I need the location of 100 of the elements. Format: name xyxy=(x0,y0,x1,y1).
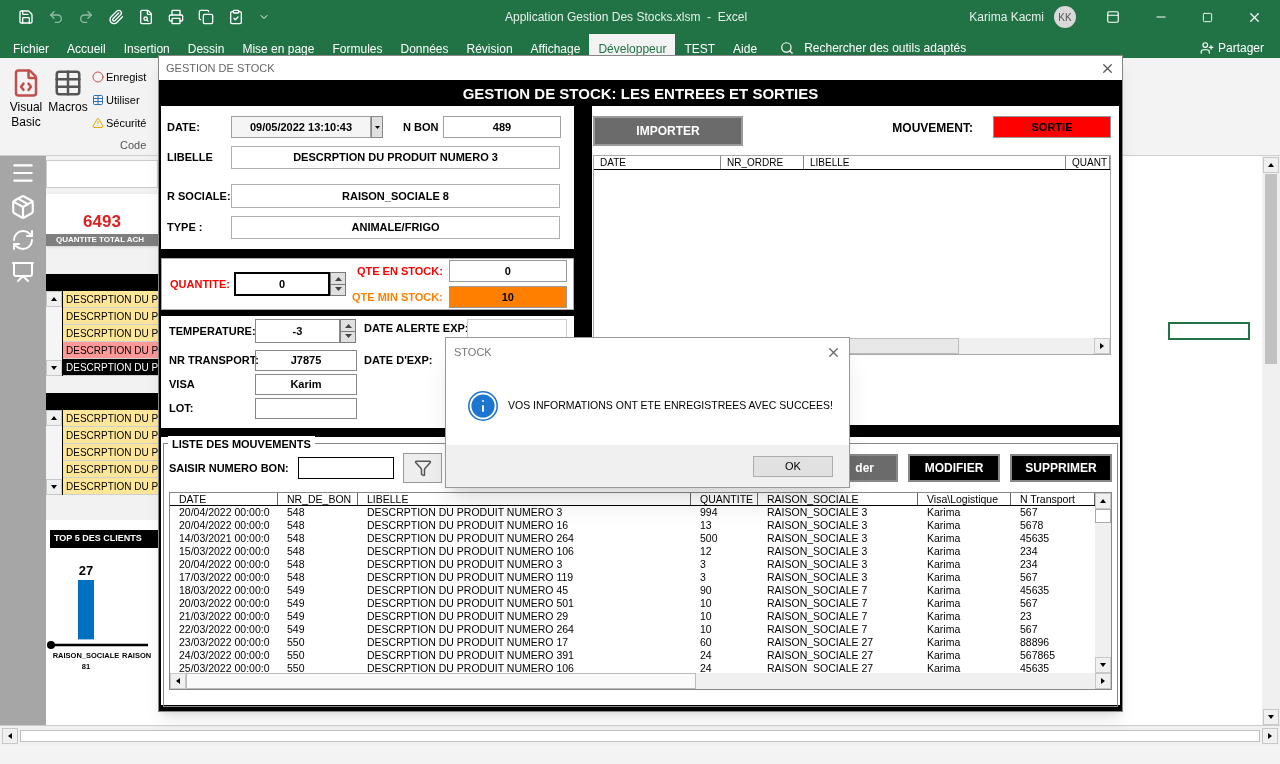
list-row[interactable]: DESCRPTION DU P xyxy=(63,342,158,359)
ribbon-tab[interactable]: Formules xyxy=(323,34,392,56)
table-cell-text: 23/03/2022 00:00:0 xyxy=(178,636,271,649)
text-field[interactable]: RAISON_SOCIALE 8 xyxy=(231,184,560,208)
ribbon-tab[interactable]: Révision xyxy=(457,34,522,56)
scroll-down-button[interactable] xyxy=(1095,657,1111,673)
preview-icon[interactable] xyxy=(138,9,154,25)
ok-button[interactable]: OK xyxy=(753,455,833,477)
ribbon-tab[interactable]: Mise en page xyxy=(233,34,324,56)
text-field[interactable]: DESCRPTION DU PRODUIT NUMERO 3 xyxy=(231,146,560,169)
import-button[interactable]: IMPORTER xyxy=(593,116,743,146)
field-label: N BON xyxy=(403,119,440,135)
ribbon-tab[interactable]: Données xyxy=(391,34,458,56)
list-row[interactable]: DESCRPTION DU P xyxy=(63,427,158,444)
list-row[interactable]: DESCRPTION DU P xyxy=(63,444,158,461)
ribbon-command[interactable]: Enregist xyxy=(92,68,147,86)
table-cell-text: 3 xyxy=(699,558,707,571)
save-icon[interactable] xyxy=(18,9,34,25)
ribbon-command[interactable]: Sécurité xyxy=(92,114,147,132)
arrow-icon xyxy=(50,483,58,491)
vertical-scrollbar[interactable] xyxy=(1262,156,1280,725)
text-field[interactable]: 10 xyxy=(448,286,567,308)
text-field[interactable]: 09/05/2022 13:10:43 xyxy=(231,116,371,138)
list-row[interactable]: DESCRPTION DU P xyxy=(63,325,158,342)
search-field[interactable]: Rechercher des outils adaptés xyxy=(780,34,967,57)
horizontal-scrollbar[interactable] xyxy=(0,725,1280,745)
ribbon-tab[interactable]: Développeur xyxy=(589,34,676,56)
action-button[interactable]: MODIFIER xyxy=(908,454,1000,482)
scroll-right-button[interactable] xyxy=(1094,338,1110,354)
table-cell-text: Karima xyxy=(926,545,962,558)
text-field[interactable]: 0 xyxy=(234,272,330,296)
text-field[interactable] xyxy=(255,398,357,419)
ribbon-tab[interactable]: Dessin xyxy=(178,34,234,56)
spin-button[interactable] xyxy=(330,272,346,296)
text-field[interactable]: SORTIE xyxy=(993,116,1111,138)
ribbon-command[interactable]: Utiliser xyxy=(92,91,147,109)
ribbon-tab[interactable]: TEST xyxy=(675,34,725,56)
scroll-right-button[interactable] xyxy=(1262,727,1278,744)
list-row[interactable]: DESCRPTION DU P xyxy=(63,291,158,308)
table-cell-text: 23 xyxy=(1019,610,1033,623)
column-header: NR_DE_BON xyxy=(278,493,358,505)
list-row[interactable]: DESCRPTION DU P xyxy=(63,461,158,478)
group-label: Code xyxy=(120,138,147,153)
scroll-up-button[interactable] xyxy=(1095,493,1111,509)
user-name: Karima Kacmi xyxy=(969,9,1044,26)
user-avatar[interactable]: KK xyxy=(1054,6,1076,28)
text-field[interactable]: 489 xyxy=(443,116,561,138)
list-row[interactable]: DESCRPTION DU P xyxy=(63,410,158,427)
ribbon-tab[interactable]: Affichage xyxy=(521,34,590,56)
scroll-thumb[interactable] xyxy=(1095,509,1111,523)
table-cell-text: 24 xyxy=(699,662,713,673)
search-field[interactable] xyxy=(298,457,394,479)
ribbon-tab[interactable]: Fichier xyxy=(4,34,58,56)
table-cell-text: Karima xyxy=(926,662,962,673)
table-cell-text: 10 xyxy=(699,623,713,636)
text-field[interactable]: ANIMALE/FRIGO xyxy=(231,216,560,239)
ribbon-tab[interactable]: Accueil xyxy=(58,34,115,56)
dropdown-button[interactable] xyxy=(371,116,383,138)
data-label: 27 xyxy=(78,561,94,580)
printer-icon[interactable] xyxy=(168,9,184,25)
scroll-down-button[interactable] xyxy=(1263,709,1279,725)
scroll-thumb[interactable] xyxy=(186,673,696,689)
scroll-right-button[interactable] xyxy=(1095,673,1111,689)
text-field[interactable]: 0 xyxy=(448,260,567,282)
ribbon-tab[interactable]: Aide xyxy=(724,34,767,56)
scroll-up-button[interactable] xyxy=(46,410,62,426)
text-field[interactable]: Karim xyxy=(255,374,357,395)
spin-button[interactable] xyxy=(340,319,356,343)
ribbon-tab[interactable]: Insertion xyxy=(114,34,179,56)
paperclip-icon[interactable] xyxy=(108,9,124,25)
action-button[interactable]: SUPPRIMER xyxy=(1010,454,1112,482)
selected-cell[interactable] xyxy=(1168,322,1250,340)
table-cell-text: 24 xyxy=(699,649,713,662)
scroll-down-button[interactable] xyxy=(46,479,62,495)
table-cell-text: DESCRPTION DU PRODUIT NUMERO 17 xyxy=(366,636,570,649)
share-button[interactable]: Partager xyxy=(1199,34,1264,57)
filter-button[interactable] xyxy=(403,453,442,483)
arrow-icon xyxy=(1267,713,1275,721)
ribbon-display-icon[interactable] xyxy=(1106,10,1120,24)
list-row[interactable]: DESCRPTION DU P xyxy=(63,359,158,376)
movements-table[interactable] xyxy=(169,492,1112,690)
scroll-down-button[interactable] xyxy=(46,360,62,376)
ribbon-button[interactable]: Visual Basic xyxy=(6,68,46,130)
clipboard-check-icon[interactable] xyxy=(228,9,244,25)
list-row[interactable]: DESCRPTION DU P xyxy=(63,308,158,325)
scroll-left-button[interactable] xyxy=(2,727,18,744)
scroll-thumb[interactable] xyxy=(1265,174,1277,364)
input-box[interactable] xyxy=(46,160,158,188)
table-cell-text: 25/03/2022 00:00:0 xyxy=(178,662,271,673)
restore-icon[interactable] xyxy=(1202,11,1213,23)
scroll-thumb[interactable] xyxy=(20,729,1260,742)
text-field[interactable]: -3 xyxy=(255,319,340,343)
window-title: Application Gestion Des Stocks.xlsm - Excel xyxy=(505,9,748,26)
field-label: SAISIR NUMERO BON: xyxy=(169,460,290,476)
scroll-up-button[interactable] xyxy=(1263,157,1279,173)
list-row[interactable]: DESCRPTION DU P xyxy=(63,478,158,495)
scroll-up-button[interactable] xyxy=(46,291,62,307)
scroll-left-button[interactable] xyxy=(170,673,186,689)
copy-icon[interactable] xyxy=(198,9,214,25)
ribbon-button[interactable]: Macros xyxy=(46,68,90,115)
